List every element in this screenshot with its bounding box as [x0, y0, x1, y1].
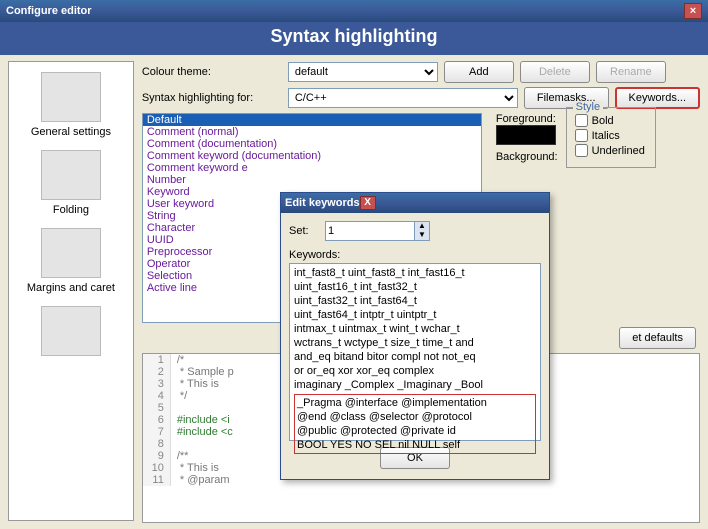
set-spinner[interactable]: ▲▼ [325, 221, 430, 241]
syntax-item[interactable]: Comment keyword e [143, 162, 481, 174]
window-titlebar: Configure editor × [0, 0, 708, 22]
close-icon[interactable]: × [684, 3, 702, 19]
category-sidebar: General settings Folding Margins and caret [8, 61, 134, 521]
language-select[interactable]: C/C++ [288, 88, 518, 108]
dialog-close-icon[interactable]: X [360, 196, 376, 210]
dialog-title: Edit keywords [285, 197, 360, 209]
syntax-item[interactable]: Comment (normal) [143, 126, 481, 138]
sidebar-icon [41, 228, 101, 278]
background-label: Background: [496, 151, 558, 163]
window-title: Configure editor [6, 5, 92, 17]
keywords-textarea[interactable]: int_fast8_t uint_fast8_t int_fast16_tuin… [289, 263, 541, 441]
sidebar-item-label: Margins and caret [27, 282, 115, 294]
sidebar-icon [41, 150, 101, 200]
colour-theme-label: Colour theme: [142, 66, 282, 78]
rename-button: Rename [596, 61, 666, 83]
syntax-item[interactable]: Default [143, 114, 481, 126]
underlined-checkbox[interactable]: Underlined [575, 144, 647, 157]
style-legend: Style [573, 101, 603, 113]
sidebar-item-label: General settings [31, 126, 111, 138]
keywords-label: Keywords: [289, 249, 541, 261]
keywords-button[interactable]: Keywords... [615, 87, 700, 109]
delete-button: Delete [520, 61, 590, 83]
syntax-item[interactable]: Number [143, 174, 481, 186]
sidebar-item[interactable]: General settings [31, 68, 111, 142]
sidebar-icon [41, 306, 101, 356]
spin-down-icon[interactable]: ▼ [415, 231, 429, 240]
keywords-highlighted: _Pragma @interface @implementation@end @… [294, 394, 536, 454]
reset-defaults-button[interactable]: et defaults [619, 327, 696, 349]
add-button[interactable]: Add [444, 61, 514, 83]
set-label: Set: [289, 225, 319, 237]
sidebar-item[interactable]: Folding [41, 146, 101, 220]
bold-checkbox[interactable]: Bold [575, 114, 647, 127]
foreground-label: Foreground: [496, 113, 558, 125]
colour-theme-select[interactable]: default [288, 62, 438, 82]
foreground-colorwell[interactable] [496, 125, 556, 145]
edit-keywords-dialog: Edit keywords X Set: ▲▼ Keywords: int_fa… [280, 192, 550, 480]
syntax-item[interactable]: Comment (documentation) [143, 138, 481, 150]
italics-checkbox[interactable]: Italics [575, 129, 647, 142]
sidebar-icon [41, 72, 101, 122]
syntax-for-label: Syntax highlighting for: [142, 92, 282, 104]
sidebar-item-label: Folding [41, 204, 101, 216]
sidebar-item[interactable] [41, 302, 101, 364]
page-header: Syntax highlighting [0, 22, 708, 55]
sidebar-item[interactable]: Margins and caret [27, 224, 115, 298]
syntax-item[interactable]: Comment keyword (documentation) [143, 150, 481, 162]
